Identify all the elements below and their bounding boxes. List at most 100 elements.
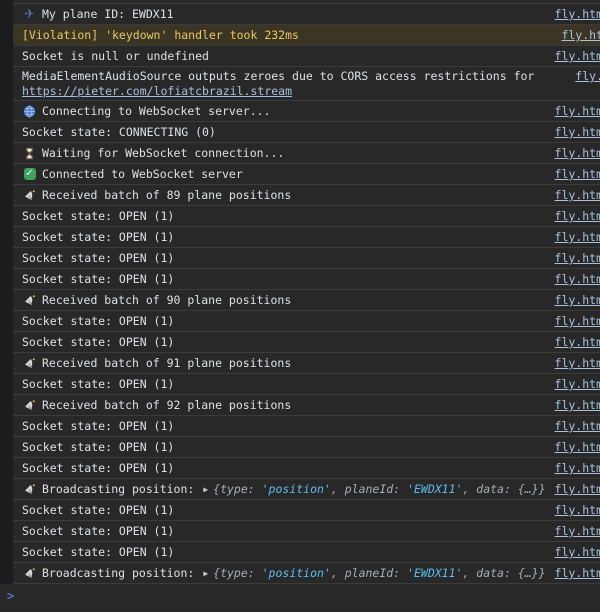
hourglass-icon: [22, 147, 37, 160]
source-link[interactable]: fly.htm: [555, 272, 600, 286]
source-link[interactable]: fly.htm: [555, 377, 600, 391]
source-link[interactable]: fly.htm: [555, 461, 600, 475]
log-message: Socket state: OPEN (1): [22, 272, 174, 286]
log-message: Socket state: OPEN (1): [22, 314, 174, 328]
source-link[interactable]: fly.htm: [555, 503, 600, 517]
console-row: Socket state: OPEN (1) fly.htm: [13, 269, 600, 290]
console-row: ✈ My plane ID: EWDX11 fly.htm: [13, 4, 600, 25]
preview-token: {type:: [213, 482, 261, 496]
log-message: Socket state: OPEN (1): [22, 440, 174, 454]
console-row: Waiting for WebSocket connection... fly.…: [13, 143, 600, 164]
satellite-icon: [22, 357, 37, 370]
source-link[interactable]: fly.htm: [555, 146, 600, 160]
expand-arrow-icon[interactable]: ▶: [203, 569, 208, 578]
preview-string: 'EWDX11': [407, 566, 462, 580]
console-row: Socket state: OPEN (1) fly.htm: [13, 206, 600, 227]
source-link[interactable]: fly.htm: [555, 419, 600, 433]
log-message: Socket state: OPEN (1): [22, 503, 174, 517]
log-message: My plane ID: EWDX11: [42, 7, 174, 21]
log-message: [Violation] 'keydown' handler took 232ms: [22, 28, 299, 42]
source-link[interactable]: fly.htm: [555, 167, 600, 181]
source-link[interactable]: fly.htm: [555, 314, 600, 328]
log-message: Received batch of 90 plane positions: [42, 293, 291, 307]
object-preview[interactable]: {type: 'position', planeId: 'EWDX11', da…: [213, 482, 545, 496]
source-link[interactable]: fly.htm: [555, 230, 600, 244]
preview-string: 'position': [262, 566, 331, 580]
source-link[interactable]: fly.htm: [555, 545, 600, 559]
source-link[interactable]: fly.htm: [555, 566, 600, 580]
prompt-chevron-icon: >: [7, 590, 14, 603]
console-row: Broadcasting position: ▶ {type: 'positio…: [13, 563, 600, 584]
source-link[interactable]: fly.: [575, 67, 600, 83]
console-row: Broadcasting position: ▶ {type: 'positio…: [13, 479, 600, 500]
source-link[interactable]: fly.htm: [555, 125, 600, 139]
console-row: Socket state: OPEN (1) fly.htm: [13, 521, 600, 542]
console-messages: ✈ My plane ID: EWDX11 fly.htm [Violation…: [0, 0, 600, 584]
devtools-console-panel: ✈ My plane ID: EWDX11 fly.htm [Violation…: [0, 0, 600, 612]
log-message: Received batch of 92 plane positions: [42, 398, 291, 412]
source-link[interactable]: fly.htm: [555, 482, 600, 496]
preview-token: , data:: [462, 566, 517, 580]
console-row: Socket state: OPEN (1) fly.htm: [13, 416, 600, 437]
stream-url-link[interactable]: https://pieter.com/lofiatcbrazil.stream: [22, 84, 534, 99]
log-message: MediaElementAudioSource outputs zeroes d…: [22, 69, 534, 84]
log-message: Waiting for WebSocket connection...: [42, 146, 284, 160]
console-row: Socket state: OPEN (1) fly.htm: [13, 374, 600, 395]
satellite-icon: [22, 294, 37, 307]
log-message: Received batch of 89 plane positions: [42, 188, 291, 202]
console-row: Received batch of 91 plane positions fly…: [13, 353, 600, 374]
log-message: Received batch of 91 plane positions: [42, 356, 291, 370]
preview-token: , planeId:: [331, 482, 407, 496]
source-link[interactable]: fly.htm: [555, 440, 600, 454]
globe-icon: [22, 105, 37, 118]
source-link[interactable]: fly.htm: [555, 524, 600, 538]
console-row: MediaElementAudioSource outputs zeroes d…: [13, 67, 600, 101]
expand-arrow-icon[interactable]: ▶: [203, 485, 208, 494]
console-row: Received batch of 89 plane positions fly…: [13, 185, 600, 206]
preview-token: {…}}: [518, 482, 546, 496]
console-row: ✓ Connected to WebSocket server fly.htm: [13, 164, 600, 185]
console-row: Socket state: OPEN (1) fly.htm: [13, 437, 600, 458]
satellite-icon: [22, 567, 37, 580]
object-preview[interactable]: {type: 'position', planeId: 'EWDX11', da…: [213, 566, 545, 580]
console-input[interactable]: [22, 590, 600, 606]
log-message: Socket state: OPEN (1): [22, 524, 174, 538]
log-message: Connected to WebSocket server: [42, 167, 243, 181]
source-link[interactable]: fly.ht: [561, 28, 600, 42]
console-row: Socket state: CONNECTING (0) fly.htm: [13, 122, 600, 143]
satellite-icon: [22, 189, 37, 202]
satellite-icon: [22, 483, 37, 496]
source-link[interactable]: fly.htm: [555, 398, 600, 412]
plane-icon: ✈: [22, 8, 37, 21]
source-link[interactable]: fly.htm: [555, 104, 600, 118]
preview-string: 'EWDX11': [407, 482, 462, 496]
satellite-icon: [22, 399, 37, 412]
preview-token: {type:: [213, 566, 261, 580]
log-message: Socket is null or undefined: [22, 49, 209, 63]
console-row: Received batch of 92 plane positions fly…: [13, 395, 600, 416]
source-link[interactable]: fly.htm: [555, 356, 600, 370]
source-link[interactable]: fly.htm: [555, 188, 600, 202]
console-log-list[interactable]: ✈ My plane ID: EWDX11 fly.htm [Violation…: [13, 3, 600, 584]
console-row: Socket state: OPEN (1) fly.htm: [13, 332, 600, 353]
console-row: [Violation] 'keydown' handler took 232ms…: [13, 25, 600, 46]
preview-string: 'position': [262, 482, 331, 496]
source-link[interactable]: fly.htm: [555, 293, 600, 307]
source-link[interactable]: fly.htm: [555, 251, 600, 265]
console-prompt-row: >: [0, 584, 600, 612]
console-row: Socket state: OPEN (1) fly.htm: [13, 500, 600, 521]
log-message: Socket state: OPEN (1): [22, 335, 174, 349]
log-message: Socket state: OPEN (1): [22, 251, 174, 265]
source-link[interactable]: fly.htm: [555, 335, 600, 349]
source-link[interactable]: fly.htm: [555, 7, 600, 21]
preview-token: , planeId:: [331, 566, 407, 580]
log-message: Socket state: OPEN (1): [22, 209, 174, 223]
console-row: Socket state: OPEN (1) fly.htm: [13, 248, 600, 269]
console-row: Socket state: OPEN (1) fly.htm: [13, 458, 600, 479]
preview-token: , data:: [462, 482, 517, 496]
log-message: Connecting to WebSocket server...: [42, 104, 270, 118]
check-icon: ✓: [22, 168, 37, 180]
source-link[interactable]: fly.htm: [555, 209, 600, 223]
console-row: Socket state: OPEN (1) fly.htm: [13, 542, 600, 563]
source-link[interactable]: fly.htm: [555, 49, 600, 63]
